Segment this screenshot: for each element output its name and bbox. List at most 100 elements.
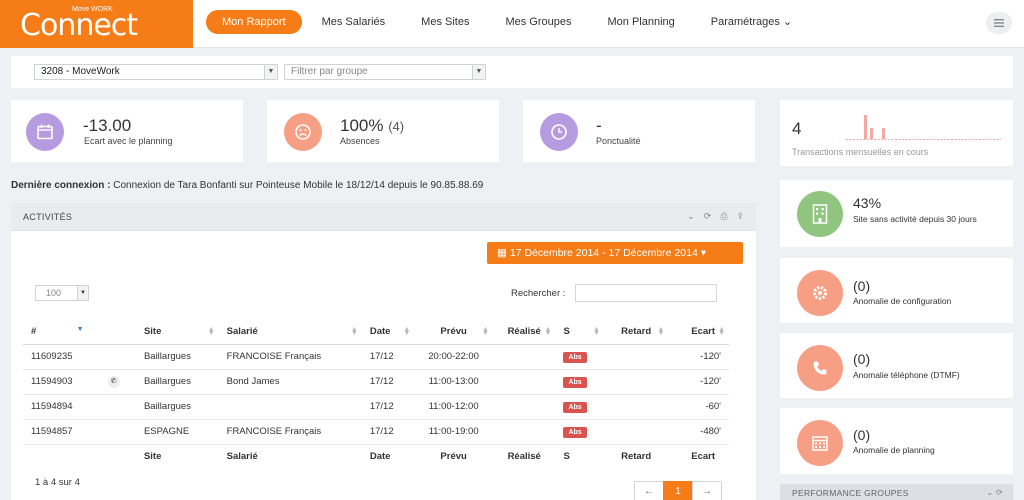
gear-icon xyxy=(797,270,843,316)
main-nav: Mon Rapport Mes Salariés Mes Sites Mes G… xyxy=(206,10,810,34)
calendar-grid-icon xyxy=(797,420,843,466)
nav-mon-rapport[interactable]: Mon Rapport xyxy=(206,10,302,34)
next-page-button[interactable]: → xyxy=(692,481,722,500)
activities-table-body: 11609235 Baillargues FRANCOISE Français … xyxy=(23,344,729,445)
cell-site: ESPAGNE xyxy=(135,419,219,445)
planning-anomaly-value: (0) xyxy=(853,427,871,443)
menu-icon[interactable] xyxy=(986,12,1012,34)
group-filter-select[interactable]: Filtrer par groupe ▼ xyxy=(284,64,486,80)
calendar-icon xyxy=(26,113,64,151)
page-size-select[interactable]: 100 ▼ xyxy=(35,285,89,301)
cell-gap: -480' xyxy=(668,419,729,445)
planning-anomaly-card[interactable]: (0) Anomalie de planning xyxy=(780,408,1013,474)
cell-delay xyxy=(603,369,669,395)
status-badge: Abs xyxy=(563,401,587,413)
site-inactivity-label: Site sans activité depuis 30 jours xyxy=(853,214,977,224)
sparkline-bar xyxy=(882,128,885,139)
cell-phone xyxy=(87,394,136,420)
col-id-label: # xyxy=(31,326,37,338)
col-id[interactable]: # ▼ xyxy=(23,320,88,345)
date-range-value: 17 Décembre 2014 - 17 Décembre 2014 ▾ xyxy=(509,247,706,259)
col-status-label: S xyxy=(563,326,570,338)
cell-delay xyxy=(603,344,669,370)
site-inactivity-card[interactable]: 43% Site sans activité depuis 30 jours xyxy=(780,180,1013,247)
cell-employee: FRANCOISE Français xyxy=(218,419,362,445)
top-bar: Move WORK Connect Mon Rapport Mes Salari… xyxy=(0,0,1024,48)
cell-employee xyxy=(218,394,362,420)
nav-mes-groupes[interactable]: Mes Groupes xyxy=(487,10,589,34)
table-footer-row: Site Salarié Date Prévu Réalisé S Retard… xyxy=(23,443,729,468)
nav-mes-sites[interactable]: Mes Sites xyxy=(403,10,487,34)
nav-mes-salaries[interactable]: Mes Salariés xyxy=(304,10,404,34)
col-salarie-label: Salarié xyxy=(226,326,258,338)
sort-desc-icon: ▼ xyxy=(76,326,84,333)
cell-employee: FRANCOISE Français xyxy=(218,344,362,370)
transactions-label: Transactions mensuelles en cours xyxy=(792,147,929,157)
collapse-icon[interactable]: ⌄ xyxy=(687,211,695,222)
col-ecart[interactable]: Ecart ▲ ▼ xyxy=(668,320,729,345)
config-anomaly-card[interactable]: (0) Anomalie de configuration xyxy=(780,258,1013,323)
print-icon[interactable]: ⎙ xyxy=(720,211,727,222)
table-row[interactable]: 11594903 ✆ Baillargues Bond James 17/12 … xyxy=(23,369,729,395)
table-row[interactable]: 11594857 ESPAGNE FRANCOISE Français 17/1… xyxy=(23,419,729,445)
sort-icon: ▲ ▼ xyxy=(482,326,489,337)
prev-page-button[interactable]: ← xyxy=(634,481,664,500)
cell-delay xyxy=(603,394,669,420)
col-realise[interactable]: Réalisé ▲ ▼ xyxy=(492,320,556,345)
cell-date: 17/12 xyxy=(361,369,415,395)
col-retard[interactable]: Retard ▲ ▼ xyxy=(603,320,669,345)
stat-card-absences[interactable]: 100% (4) Absences xyxy=(267,100,499,162)
sort-icon: ▲ ▼ xyxy=(403,326,411,337)
page-1-button[interactable]: 1 xyxy=(663,481,693,500)
sad-face-icon xyxy=(284,113,322,151)
status-badge: Abs xyxy=(563,351,587,363)
phone-anomaly-card[interactable]: (0) Anomalie téléphone (DTMF) xyxy=(780,333,1013,398)
config-anomaly-label: Anomalie de configuration xyxy=(853,296,952,306)
stat-card-ecart[interactable]: -13.00 Ecart avec le planning xyxy=(11,100,243,162)
chevron-down-icon: ▼ xyxy=(77,286,88,300)
col-prevu[interactable]: Prévu ▲ ▼ xyxy=(414,320,493,345)
cell-done xyxy=(492,394,556,420)
cell-gap: -60' xyxy=(668,394,729,420)
config-anomaly-value: (0) xyxy=(853,278,871,294)
refresh-icon[interactable]: ⟳ xyxy=(996,488,1003,497)
cell-phone xyxy=(87,419,136,445)
stat-absences-value: 100% (4) xyxy=(340,116,404,136)
export-icon[interactable]: ⇪ xyxy=(736,211,744,222)
sort-icon: ▲ ▼ xyxy=(718,326,725,337)
col-site[interactable]: Site ▲ ▼ xyxy=(135,320,219,345)
transactions-card[interactable]: 4 Transactions mensuelles en cours xyxy=(780,100,1013,166)
col-status[interactable]: S ▲ ▼ xyxy=(555,320,604,345)
cell-id: 11594903 xyxy=(23,369,88,395)
nav-mon-planning[interactable]: Mon Planning xyxy=(590,10,693,34)
foot-retard: Retard xyxy=(603,443,669,468)
company-select-value: 3208 - MoveWork xyxy=(41,66,120,77)
col-ecart-label: Ecart xyxy=(691,326,715,338)
company-select[interactable]: 3208 - MoveWork ▼ xyxy=(34,64,278,80)
app-logo[interactable]: Move WORK Connect xyxy=(0,0,193,48)
col-date[interactable]: Date ▲ ▼ xyxy=(361,320,415,345)
foot-status: S xyxy=(555,443,604,468)
panel-tools: ⌄ ⟳ xyxy=(986,484,1003,500)
cell-done xyxy=(492,369,556,395)
chevron-down-icon: ▼ xyxy=(264,65,277,79)
collapse-icon[interactable]: ⌄ xyxy=(986,488,993,497)
stat-ponctualite-value: - xyxy=(596,116,602,135)
activities-title: ACTIVITÉS xyxy=(23,212,73,222)
panel-tools: ⌄ ⟳ ⎙ ⇪ xyxy=(687,211,744,222)
table-row[interactable]: 11609235 Baillargues FRANCOISE Français … xyxy=(23,344,729,370)
date-range-picker[interactable]: ▦ 17 Décembre 2014 - 17 Décembre 2014 ▾ xyxy=(487,242,743,264)
stat-card-ponctualite[interactable]: - Ponctualité xyxy=(523,100,755,162)
cell-id: 11594894 xyxy=(23,394,88,420)
search-input[interactable] xyxy=(575,284,717,302)
col-prevu-label: Prévu xyxy=(440,326,467,338)
table-row[interactable]: 11594894 Baillargues 17/12 11:00-12:00 A… xyxy=(23,394,729,420)
cell-done xyxy=(492,419,556,445)
foot-salarie: Salarié xyxy=(218,443,362,468)
foot-site: Site xyxy=(135,443,219,468)
col-salarie[interactable]: Salarié ▲ ▼ xyxy=(218,320,362,345)
cell-date: 17/12 xyxy=(361,419,415,445)
search-label: Rechercher : xyxy=(511,288,566,299)
refresh-icon[interactable]: ⟳ xyxy=(704,211,712,222)
nav-parametrages[interactable]: Paramétrages ⌄ xyxy=(693,10,810,34)
